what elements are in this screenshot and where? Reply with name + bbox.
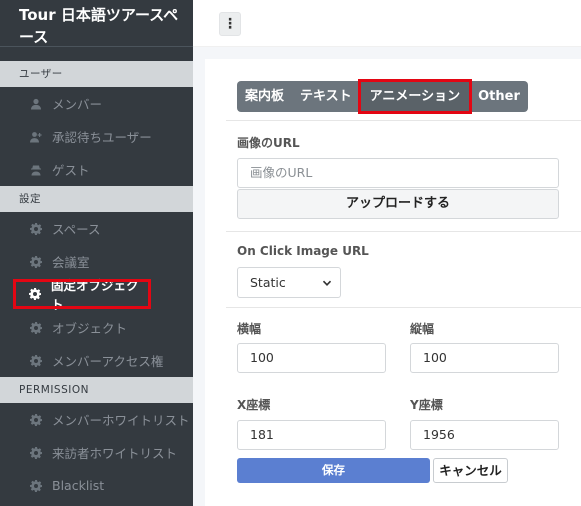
y-coordinate-label: Y座標 xyxy=(410,398,443,412)
width-label: 横幅 xyxy=(237,322,262,336)
sidebar-section-title: 設定 xyxy=(19,193,41,205)
user-secret-icon xyxy=(29,163,43,177)
gear-icon xyxy=(29,413,43,427)
chevron-down-icon xyxy=(323,280,331,286)
sidebar-item-label: ゲスト xyxy=(52,163,90,178)
tab-animation[interactable]: アニメーション xyxy=(357,79,473,114)
sidebar-item-visitor-whitelist[interactable]: 来訪者ホワイトリスト xyxy=(0,436,193,469)
divider xyxy=(226,120,581,121)
sidebar-item-guest[interactable]: ゲスト xyxy=(0,153,193,186)
height-input[interactable]: 100 xyxy=(410,343,559,373)
sidebar-section-users: ユーザー xyxy=(0,61,193,87)
sidebar-item-member-whitelist[interactable]: メンバーホワイトリスト xyxy=(0,403,193,436)
click-url-label: On Click Image URL xyxy=(237,244,369,258)
sidebar-item-pending-users[interactable]: 承認待ちユーザー xyxy=(0,120,193,153)
sidebar-item-object[interactable]: オブジェクト xyxy=(0,311,193,344)
sidebar-item-label: 来訪者ホワイトリスト xyxy=(52,446,178,461)
sidebar-item-label: オブジェクト xyxy=(52,321,128,336)
sidebar-section-title: PERMISSION xyxy=(19,384,89,396)
sidebar-item-fixed-object[interactable]: 固定オブジェクト xyxy=(13,278,151,312)
user-plus-icon xyxy=(29,130,43,144)
sidebar-item-label: 会議室 xyxy=(52,255,90,270)
gear-icon xyxy=(29,354,43,368)
sidebar-item-meeting-room[interactable]: 会議室 xyxy=(0,245,193,278)
gear-icon xyxy=(28,287,42,301)
divider xyxy=(226,307,581,308)
sidebar-section-title: ユーザー xyxy=(19,68,63,80)
sidebar-item-space[interactable]: スペース xyxy=(0,212,193,245)
cancel-button[interactable]: キャンセル xyxy=(433,458,508,483)
divider xyxy=(226,231,581,232)
menu-button[interactable]: ⋮ xyxy=(219,12,241,36)
sidebar-item-blacklist[interactable]: Blacklist xyxy=(0,469,193,502)
upload-button[interactable]: アップロードする xyxy=(237,189,559,219)
gear-icon xyxy=(29,255,43,269)
save-button[interactable]: 保存 xyxy=(237,458,430,483)
sidebar-item-label: スペース xyxy=(52,222,101,237)
sidebar: Tour 日本語ツアースペース ユーザー メンバー 承認待ちユーザー ゲスト 設… xyxy=(0,0,193,506)
sidebar-section-settings: 設定 xyxy=(0,186,193,212)
gear-icon xyxy=(29,479,43,493)
sidebar-item-label: 承認待ちユーザー xyxy=(52,130,152,145)
tab-signboard[interactable]: 案内板 xyxy=(237,81,292,112)
x-coordinate-input[interactable]: 181 xyxy=(237,420,386,450)
click-url-select[interactable]: Static xyxy=(237,267,341,298)
main-content: 案内板 テキスト アニメーション Other 画像のURL 画像のURL アップ… xyxy=(193,47,581,506)
sidebar-item-label: 固定オブジェクト xyxy=(51,278,139,312)
sidebar-item-label: メンバーホワイトリスト xyxy=(52,413,190,428)
gear-icon xyxy=(29,222,43,236)
width-input[interactable]: 100 xyxy=(237,343,386,373)
sidebar-item-label: メンバー xyxy=(52,97,103,112)
sidebar-item-label: Blacklist xyxy=(52,478,105,493)
user-icon xyxy=(29,97,43,111)
settings-card: 案内板 テキスト アニメーション Other 画像のURL 画像のURL アップ… xyxy=(205,59,581,506)
click-url-selected: Static xyxy=(250,275,286,290)
kebab-icon: ⋮ xyxy=(223,16,237,32)
tab-other[interactable]: Other xyxy=(470,81,528,112)
sidebar-section-permission: PERMISSION xyxy=(0,377,193,403)
gear-icon xyxy=(29,321,43,335)
sidebar-item-label: メンバーアクセス権 xyxy=(52,354,164,369)
brand-title[interactable]: Tour 日本語ツアースペース xyxy=(0,0,193,47)
sidebar-item-member-access[interactable]: メンバーアクセス権 xyxy=(0,344,193,377)
height-label: 縦幅 xyxy=(410,322,435,336)
image-url-label: 画像のURL xyxy=(237,136,300,150)
gear-icon xyxy=(29,446,43,460)
tab-bar: 案内板 テキスト アニメーション Other xyxy=(237,79,528,114)
x-coordinate-label: X座標 xyxy=(237,398,271,412)
sidebar-item-members[interactable]: メンバー xyxy=(0,87,193,120)
topbar: ⋮ xyxy=(193,0,581,47)
y-coordinate-input[interactable]: 1956 xyxy=(410,420,559,450)
image-url-input[interactable]: 画像のURL xyxy=(237,158,559,188)
tab-text[interactable]: テキスト xyxy=(292,81,360,112)
brand-title-text: Tour 日本語ツアースペース xyxy=(19,6,179,46)
